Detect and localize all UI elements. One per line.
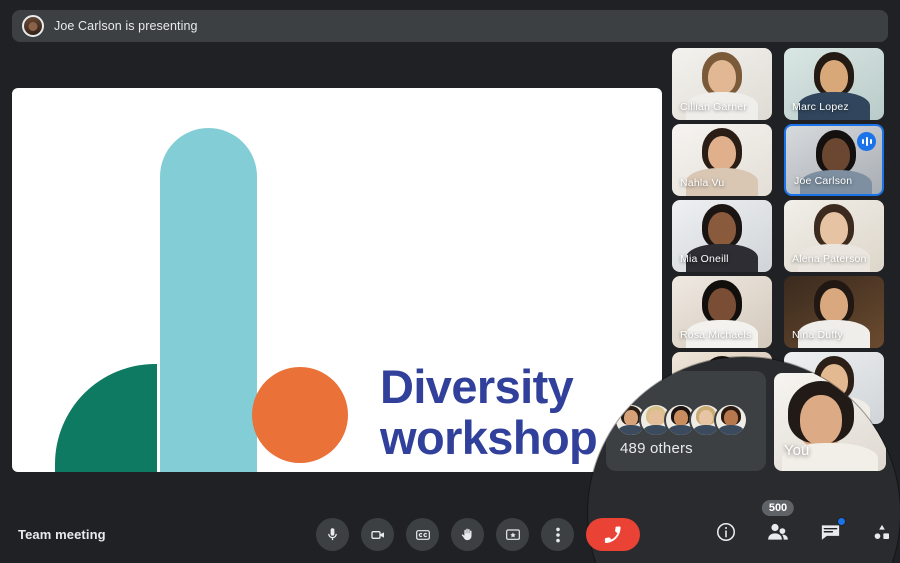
presentation-stage[interactable]: Diversity workshop <box>12 88 662 472</box>
google-meet-window: Joe Carlson is presenting Diversity work… <box>0 0 900 563</box>
participant-name: Rosa Michaels <box>680 329 751 341</box>
hangup-icon <box>602 524 624 546</box>
camera-icon <box>370 527 386 543</box>
participant-name: Mia Oneill <box>680 253 729 265</box>
participant-tile[interactable]: Alena Paterson <box>784 200 884 272</box>
call-controls <box>316 518 640 551</box>
microphone-button[interactable] <box>316 518 349 551</box>
presenting-banner-label: Joe Carlson is presenting <box>54 19 198 33</box>
activities-button[interactable] <box>868 518 896 546</box>
avatar <box>714 403 748 437</box>
participant-name: Marc Lopez <box>792 101 849 113</box>
slide-shape-orange-circle <box>252 367 348 463</box>
closed-captions-icon <box>415 527 431 543</box>
leave-call-button[interactable] <box>586 518 640 551</box>
camera-button[interactable] <box>361 518 394 551</box>
participant-name: Nahla Vu <box>680 177 724 189</box>
self-tile[interactable]: You <box>774 373 886 471</box>
chat-unread-dot <box>837 517 846 526</box>
participant-tile[interactable]: Rosa Michaels <box>672 276 772 348</box>
more-vertical-icon <box>556 527 560 543</box>
more-options-button[interactable] <box>541 518 574 551</box>
meeting-details-button[interactable] <box>712 518 740 546</box>
others-tile[interactable]: 489 others <box>606 371 766 471</box>
info-icon <box>715 521 737 543</box>
raise-hand-icon <box>460 527 475 542</box>
participant-count-badge: 500 <box>762 500 794 516</box>
present-screen-icon <box>505 527 521 543</box>
participant-name: Nina Duffy <box>792 329 843 341</box>
self-tile-label: You <box>784 442 809 459</box>
participant-tile[interactable]: Nina Duffy <box>784 276 884 348</box>
participant-name: Cillian Garner <box>680 101 747 113</box>
slide-shape-green <box>55 364 157 472</box>
speaking-indicator-icon <box>857 132 876 151</box>
raise-hand-button[interactable] <box>451 518 484 551</box>
slide-shape-teal <box>160 128 257 472</box>
meeting-name: Team meeting <box>18 527 106 542</box>
presenter-avatar <box>22 15 44 37</box>
others-avatar-stack <box>614 403 748 437</box>
participant-tile[interactable]: Cillian Garner <box>672 48 772 120</box>
participant-tile[interactable]: Mia Oneill <box>672 200 772 272</box>
present-button[interactable] <box>496 518 529 551</box>
right-call-controls: 500 <box>712 518 896 546</box>
participant-name: Joe Carlson <box>794 175 852 187</box>
participant-tile[interactable]: Nahla Vu <box>672 124 772 196</box>
participant-tile[interactable]: Joe Carlson <box>784 124 884 196</box>
people-icon <box>766 520 790 544</box>
captions-button[interactable] <box>406 518 439 551</box>
chat-button[interactable] <box>816 518 844 546</box>
others-count-label: 489 others <box>620 440 693 457</box>
microphone-icon <box>325 527 340 542</box>
participant-tile[interactable]: Marc Lopez <box>784 48 884 120</box>
presenting-banner: Joe Carlson is presenting <box>12 10 888 42</box>
activities-icon <box>872 522 892 542</box>
participant-name: Alena Paterson <box>792 253 867 265</box>
people-button[interactable]: 500 <box>764 518 792 546</box>
